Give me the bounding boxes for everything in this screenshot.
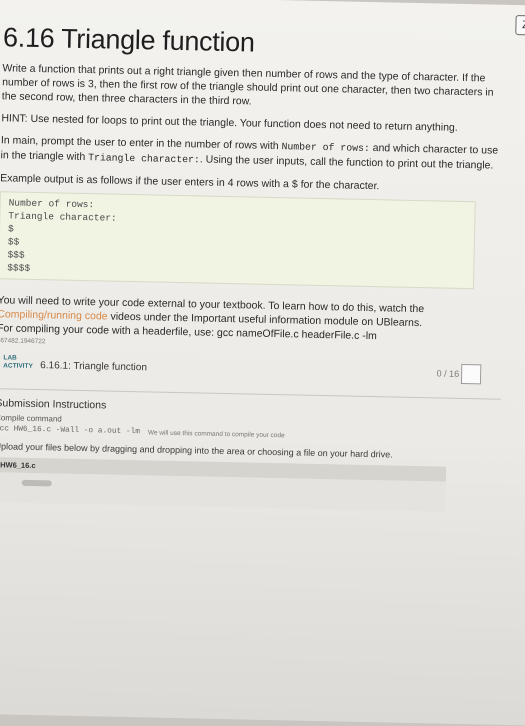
char-prompt-code: Triangle character:	[88, 152, 200, 166]
lab-badge-line2: ACTIVITY	[3, 362, 33, 370]
compile-command-note: We will use this command to compile your…	[147, 428, 285, 439]
section-content: 6.16 Triangle function Write a function …	[0, 16, 508, 512]
lab-score: 0 / 16	[436, 368, 460, 379]
lab-title: 6.16.1: Triangle function	[40, 360, 148, 374]
compile-command: gcc HW6_16.c -Wall -o a.out -lm	[0, 425, 140, 437]
example-output-box: Number of rows: Triangle character: $ $$…	[0, 191, 476, 290]
hint-paragraph: HINT: Use nested for loops to print out …	[1, 112, 458, 134]
rows-prompt-code: Number of rows:	[281, 141, 370, 154]
zy-badge-icon[interactable]: Z	[515, 15, 525, 36]
main-instructions-paragraph: In main, prompt the user to enter in the…	[0, 133, 506, 174]
textbook-page: Z 6.16 Triangle function Write a functio…	[0, 0, 525, 726]
main-instructions-text-3: . Using the user inputs, call the functi…	[199, 153, 494, 172]
instructions-paragraph-1: Write a function that prints out a right…	[1, 62, 494, 108]
lab-activity-badge: LAB ACTIVITY	[0, 354, 38, 380]
page-title: 6.16 Triangle function	[2, 22, 255, 58]
drop-zone-placeholder	[21, 479, 52, 487]
compiling-videos-link[interactable]: Compiling/running code	[0, 308, 108, 322]
lab-activity-header: LAB ACTIVITY 6.16.1: Triangle function 0…	[0, 354, 501, 393]
score-checkbox[interactable]	[460, 363, 482, 385]
